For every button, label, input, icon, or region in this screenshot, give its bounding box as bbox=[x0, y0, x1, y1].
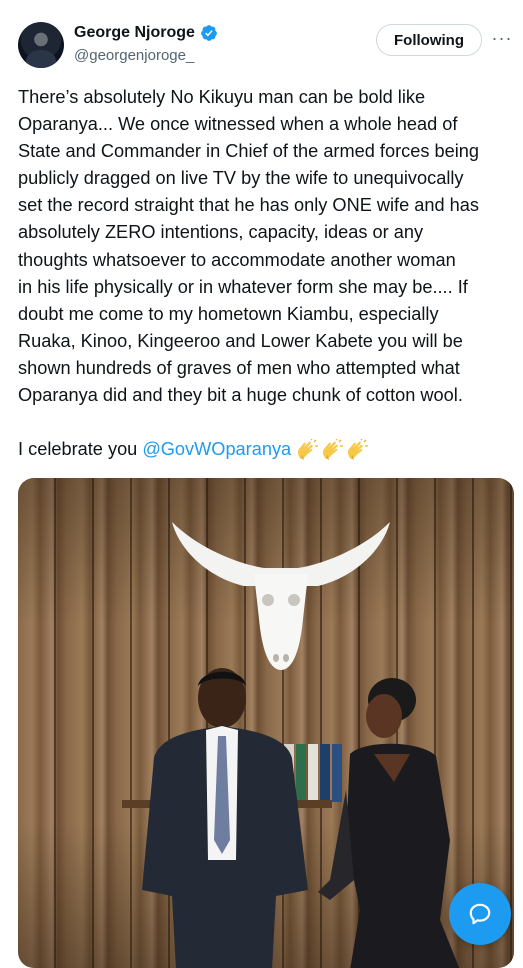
emoji-group bbox=[295, 438, 369, 461]
chat-bubble-glyph bbox=[469, 903, 491, 925]
author-name[interactable]: George Njoroge bbox=[74, 24, 195, 42]
avatar-figure bbox=[26, 50, 56, 68]
celebrate-text: I celebrate you bbox=[18, 439, 138, 459]
man-figure bbox=[142, 668, 308, 968]
tweet-text: There’s absolutely No Kikuyu man can be … bbox=[18, 87, 480, 406]
more-horizontal-icon[interactable]: ··· bbox=[490, 26, 514, 50]
clapping-hands-icon bbox=[298, 438, 319, 460]
bull-skull-decor bbox=[172, 522, 390, 670]
clapping-hands-icon bbox=[323, 438, 344, 460]
clapping-hands-icon bbox=[348, 438, 369, 460]
following-button[interactable]: Following bbox=[376, 24, 482, 56]
tweet-photo[interactable] bbox=[18, 478, 514, 968]
woman-figure bbox=[318, 678, 460, 968]
author-avatar[interactable] bbox=[18, 22, 64, 68]
tweet-header: George Njoroge @georgenjoroge_ Following… bbox=[18, 20, 514, 70]
author-name-row[interactable]: George Njoroge bbox=[74, 24, 218, 42]
author-handle[interactable]: @georgenjoroge_ bbox=[74, 47, 194, 64]
mention-link[interactable]: @GovWOparanya bbox=[142, 436, 291, 463]
tweet-text-closing: I celebrate you @GovWOparanya bbox=[18, 436, 508, 463]
chat-bubble-icon[interactable] bbox=[449, 883, 511, 945]
verified-badge-icon bbox=[201, 25, 217, 41]
